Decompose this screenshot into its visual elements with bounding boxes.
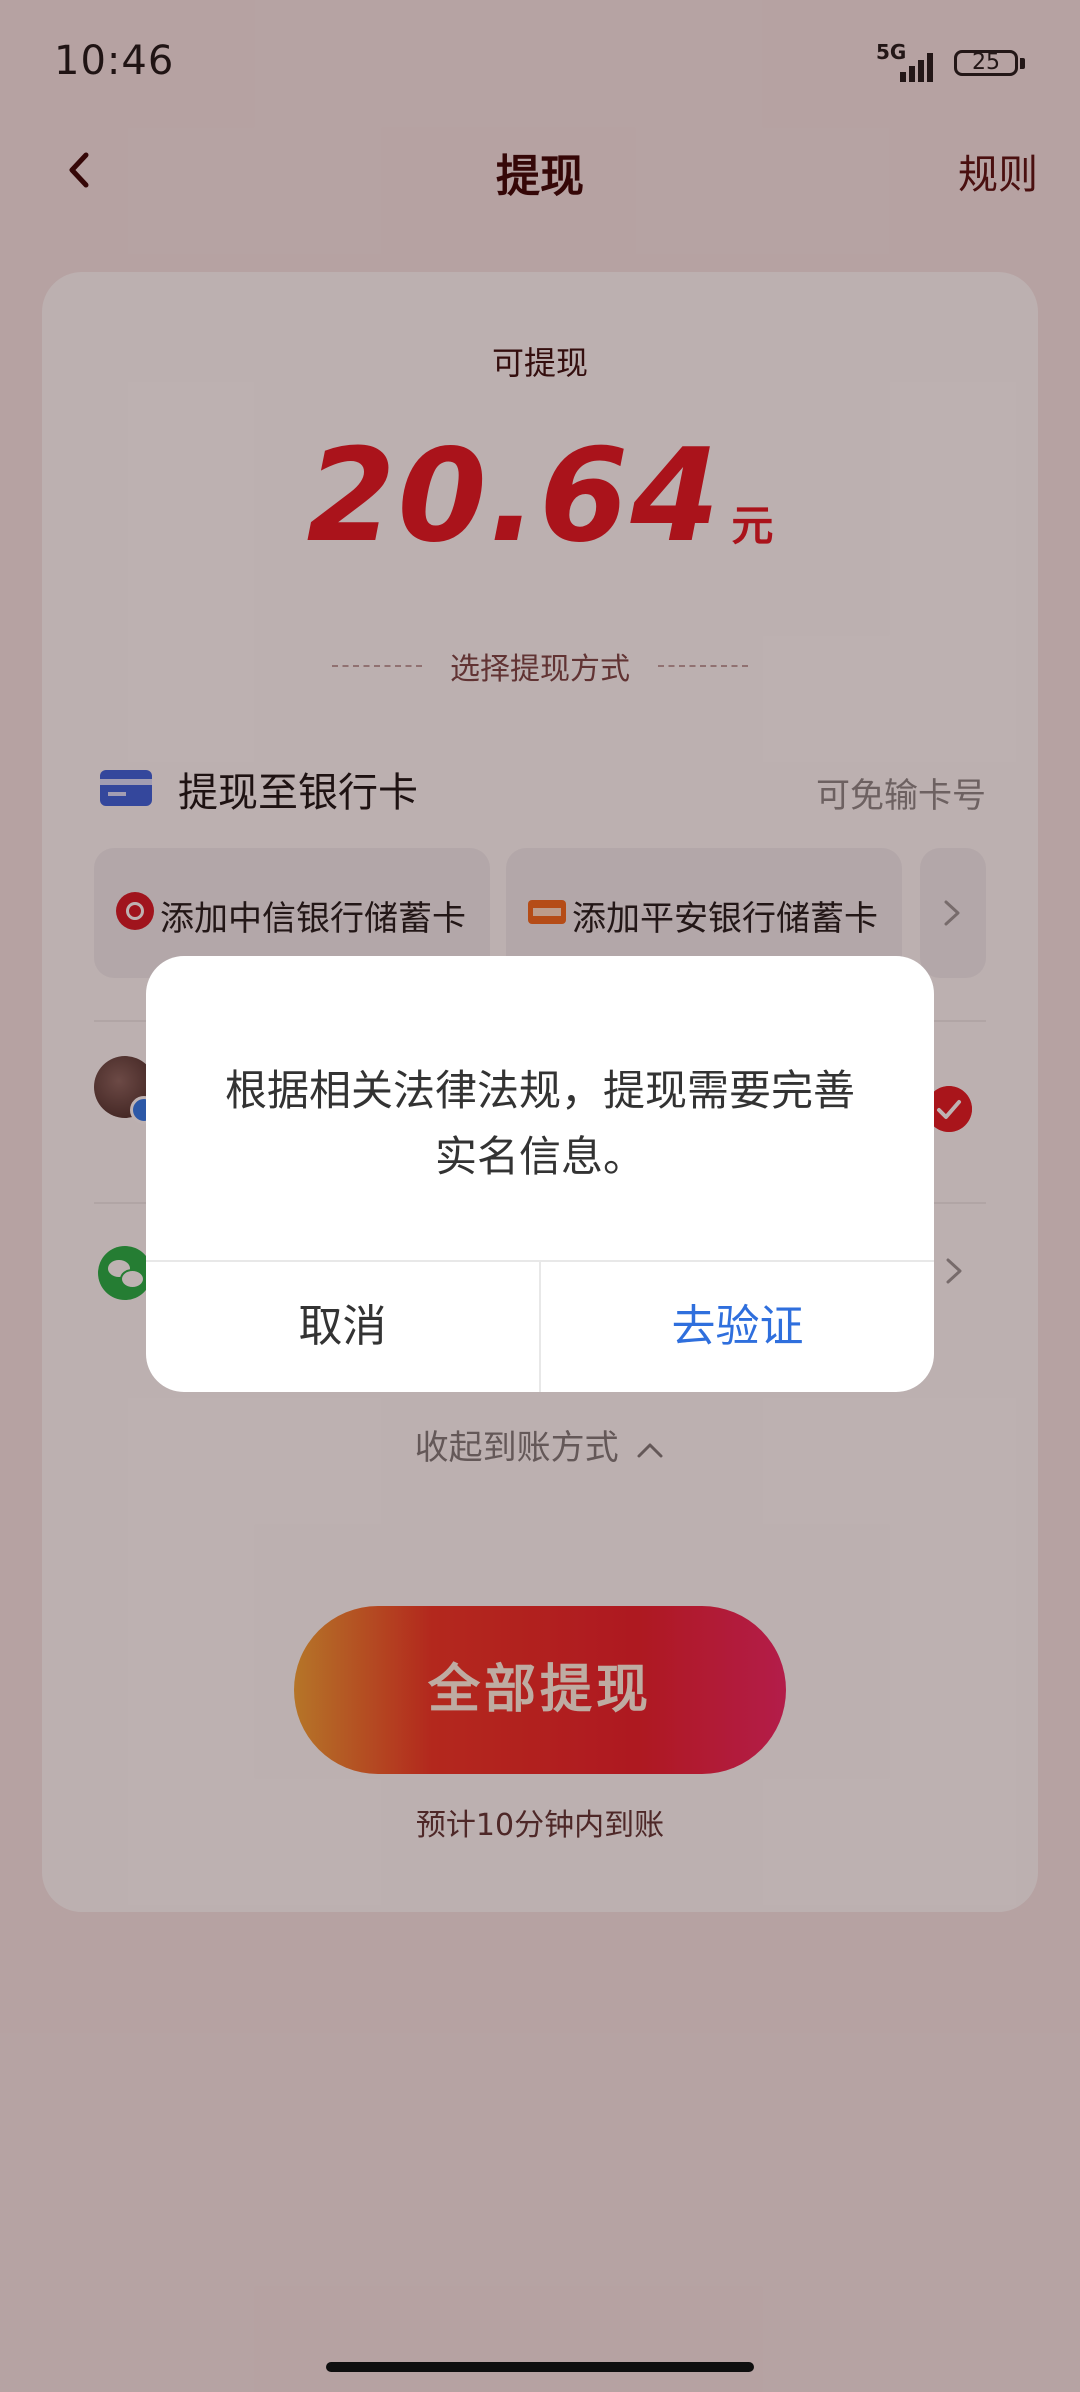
verify-button[interactable]: 去验证 [541, 1262, 934, 1392]
cancel-button[interactable]: 取消 [146, 1262, 539, 1392]
withdraw-page: 10:46 5G 25 提现 规则 可提现 20.64 元 选择提现方式 提现至… [0, 0, 1080, 2392]
home-indicator[interactable] [326, 2362, 754, 2372]
dialog-message: 根据相关法律法规，提现需要完善实名信息。 [224, 1066, 855, 1181]
verify-dialog: 根据相关法律法规，提现需要完善实名信息。 取消 去验证 [146, 956, 934, 1392]
